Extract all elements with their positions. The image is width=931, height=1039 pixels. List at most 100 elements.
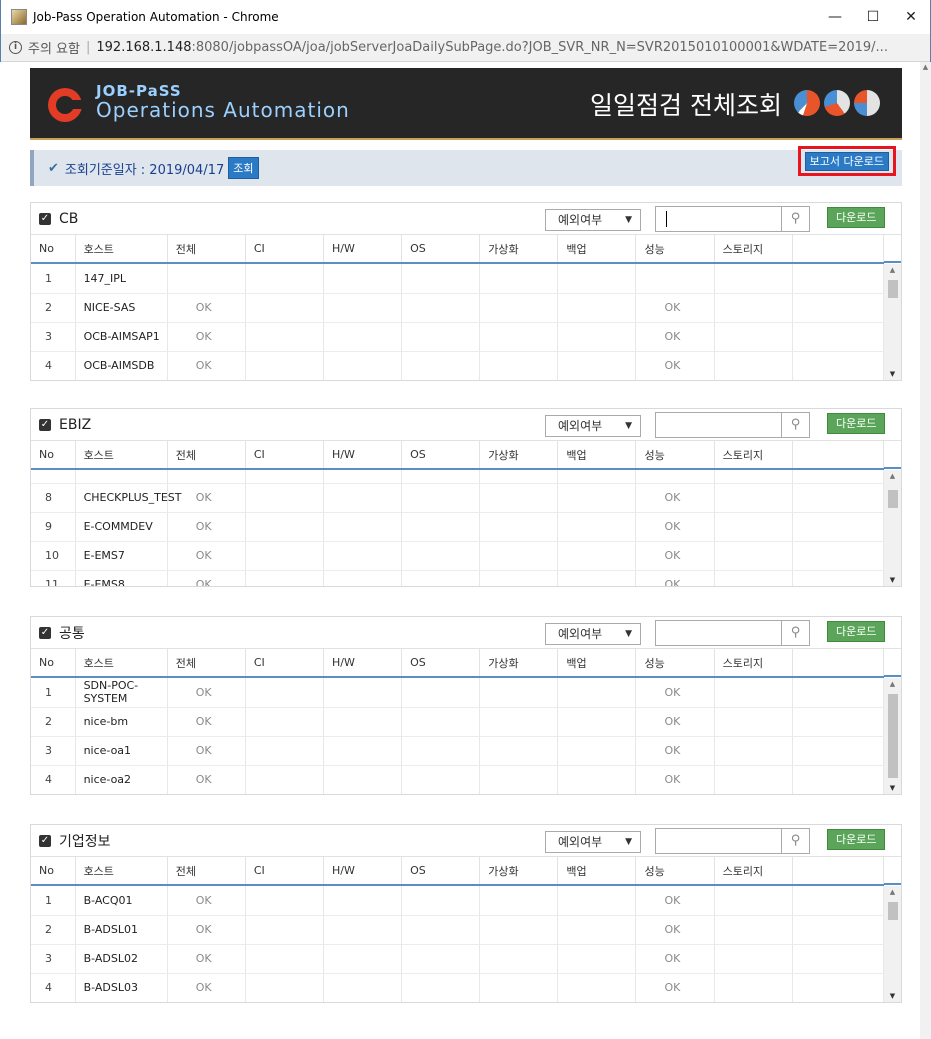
column-header[interactable]: CI bbox=[245, 441, 324, 470]
host-name[interactable]: B-ADSL02 bbox=[75, 944, 168, 974]
column-header[interactable]: 성능 bbox=[635, 649, 715, 678]
host-name[interactable]: SDN-POC-SYSTEM bbox=[75, 678, 168, 708]
column-header[interactable]: 스토리지 bbox=[714, 235, 793, 264]
scroll-thumb[interactable] bbox=[888, 694, 898, 778]
host-name[interactable]: B-ADSL03 bbox=[75, 973, 168, 1002]
section-checkbox[interactable]: ✓ bbox=[39, 212, 51, 225]
column-header[interactable]: CI bbox=[245, 649, 324, 678]
host-name[interactable]: E-EMS7 bbox=[75, 541, 168, 571]
column-header[interactable]: 백업 bbox=[557, 649, 637, 678]
column-header[interactable]: No bbox=[31, 235, 76, 264]
address-bar[interactable]: i 주의 요함 | 192.168.1.148:8080/jobpassOA/j… bbox=[1, 34, 930, 62]
table-row[interactable]: 1 147_IPL bbox=[31, 264, 885, 294]
host-name[interactable]: OCB-AIMSAP1 bbox=[75, 322, 168, 352]
host-name[interactable]: CHECKPLUS_TEST bbox=[75, 483, 181, 513]
column-header[interactable]: 백업 bbox=[557, 235, 637, 264]
security-warning[interactable]: 주의 요함 bbox=[28, 38, 80, 57]
column-header[interactable]: 스토리지 bbox=[714, 857, 793, 886]
scroll-up-icon[interactable]: ▲ bbox=[920, 62, 931, 72]
column-header[interactable]: 성능 bbox=[635, 857, 715, 886]
scroll-thumb[interactable] bbox=[888, 490, 898, 508]
column-header[interactable]: 성능 bbox=[635, 235, 715, 264]
column-header[interactable]: 호스트 bbox=[75, 441, 168, 470]
scroll-down-icon[interactable]: ▼ bbox=[884, 992, 901, 1000]
table-row[interactable]: 11 E-EMS8 OK OK bbox=[31, 570, 885, 586]
info-icon[interactable]: i bbox=[9, 41, 22, 54]
host-name[interactable]: B-ACQ01 bbox=[75, 886, 168, 916]
column-header[interactable]: 전체 bbox=[167, 235, 246, 264]
host-name[interactable]: E-EMS8 bbox=[75, 570, 168, 586]
column-header[interactable]: 전체 bbox=[167, 441, 246, 470]
column-header[interactable]: No bbox=[31, 441, 76, 470]
minimize-icon[interactable]: — bbox=[816, 0, 854, 34]
host-name[interactable]: 147_IPL bbox=[75, 264, 168, 294]
table-row[interactable] bbox=[31, 470, 885, 484]
table-row[interactable]: 1 B-ACQ01 OK OK bbox=[31, 886, 885, 916]
table-row[interactable]: 2 B-ADSL01 OK OK bbox=[31, 915, 885, 945]
section-checkbox[interactable]: ✓ bbox=[39, 626, 51, 639]
scroll-thumb[interactable] bbox=[888, 280, 898, 298]
exception-filter-select[interactable]: 예외여부 ▼ bbox=[545, 831, 641, 853]
column-header[interactable]: 스토리지 bbox=[714, 649, 793, 678]
exception-filter-select[interactable]: 예외여부 ▼ bbox=[545, 623, 641, 645]
column-header[interactable]: H/W bbox=[323, 857, 403, 886]
scroll-thumb[interactable] bbox=[888, 902, 898, 920]
column-header[interactable]: 가상화 bbox=[479, 857, 559, 886]
close-icon[interactable]: ✕ bbox=[892, 0, 930, 34]
download-button[interactable]: 다운로드 bbox=[827, 207, 886, 228]
scroll-up-icon[interactable]: ▲ bbox=[884, 888, 901, 896]
table-row[interactable]: 4 B-ADSL03 OK OK bbox=[31, 973, 885, 1002]
page-scrollbar[interactable]: ▲ bbox=[920, 62, 931, 1039]
table-scrollbar[interactable]: ▲ ▼ bbox=[884, 678, 901, 794]
host-name[interactable]: B-ADSL01 bbox=[75, 915, 168, 945]
scroll-up-icon[interactable]: ▲ bbox=[884, 472, 901, 480]
column-header[interactable]: 가상화 bbox=[479, 649, 559, 678]
column-header[interactable]: H/W bbox=[323, 235, 403, 264]
column-header[interactable]: OS bbox=[401, 857, 481, 886]
scroll-down-icon[interactable]: ▼ bbox=[884, 576, 901, 584]
table-row[interactable]: 3 OCB-AIMSAP1 OK OK bbox=[31, 322, 885, 352]
table-row[interactable]: 1 SDN-POC-SYSTEM OK OK bbox=[31, 678, 885, 708]
host-name[interactable]: NICE-SAS bbox=[75, 293, 168, 323]
scroll-down-icon[interactable]: ▼ bbox=[884, 370, 901, 378]
host-name[interactable]: nice-oa1 bbox=[75, 736, 168, 766]
url-host[interactable]: 192.168.1.148 bbox=[96, 40, 191, 55]
column-header[interactable]: OS bbox=[401, 235, 481, 264]
search-input[interactable]: ⚲ bbox=[655, 620, 810, 646]
url-path[interactable]: :8080/jobpassOA/joa/jobServerJoaDailySub… bbox=[191, 40, 887, 55]
search-icon[interactable]: ⚲ bbox=[781, 207, 809, 231]
column-header[interactable]: OS bbox=[401, 649, 481, 678]
download-button[interactable]: 다운로드 bbox=[827, 621, 886, 642]
column-header[interactable]: CI bbox=[245, 857, 324, 886]
download-button[interactable]: 다운로드 bbox=[827, 413, 886, 434]
exception-filter-select[interactable]: 예외여부 ▼ bbox=[545, 209, 641, 231]
table-scrollbar[interactable]: ▲ ▼ bbox=[884, 264, 901, 380]
table-scrollbar[interactable]: ▲ ▼ bbox=[884, 886, 901, 1002]
search-input[interactable]: ⚲ bbox=[655, 828, 810, 854]
maximize-icon[interactable]: ☐ bbox=[854, 0, 892, 34]
table-scrollbar[interactable]: ▲ ▼ bbox=[884, 470, 901, 586]
table-row[interactable]: 3 B-ADSL02 OK OK bbox=[31, 944, 885, 974]
column-header[interactable]: 백업 bbox=[557, 441, 637, 470]
column-header[interactable]: 호스트 bbox=[75, 857, 168, 886]
table-row[interactable]: 2 NICE-SAS OK OK bbox=[31, 293, 885, 323]
column-header[interactable]: 전체 bbox=[167, 857, 246, 886]
column-header[interactable]: 호스트 bbox=[75, 235, 168, 264]
table-row[interactable]: 4 nice-oa2 OK OK bbox=[31, 765, 885, 794]
search-icon[interactable]: ⚲ bbox=[781, 621, 809, 645]
column-header[interactable]: 스토리지 bbox=[714, 441, 793, 470]
search-icon[interactable]: ⚲ bbox=[781, 413, 809, 437]
column-header[interactable]: 가상화 bbox=[479, 441, 559, 470]
host-name[interactable]: nice-oa2 bbox=[75, 765, 168, 794]
search-input[interactable]: ⚲ bbox=[655, 412, 810, 438]
table-row[interactable]: 4 OCB-AIMSDB OK OK bbox=[31, 351, 885, 380]
section-checkbox[interactable]: ✓ bbox=[39, 834, 51, 847]
scroll-up-icon[interactable]: ▲ bbox=[884, 266, 901, 274]
scroll-down-icon[interactable]: ▼ bbox=[884, 784, 901, 792]
host-name[interactable]: nice-bm bbox=[75, 707, 168, 737]
column-header[interactable]: No bbox=[31, 857, 76, 886]
host-name[interactable]: OCB-AIMSDB bbox=[75, 351, 168, 380]
table-row[interactable]: 10 E-EMS7 OK OK bbox=[31, 541, 885, 571]
column-header[interactable]: 백업 bbox=[557, 857, 637, 886]
column-header[interactable]: CI bbox=[245, 235, 324, 264]
